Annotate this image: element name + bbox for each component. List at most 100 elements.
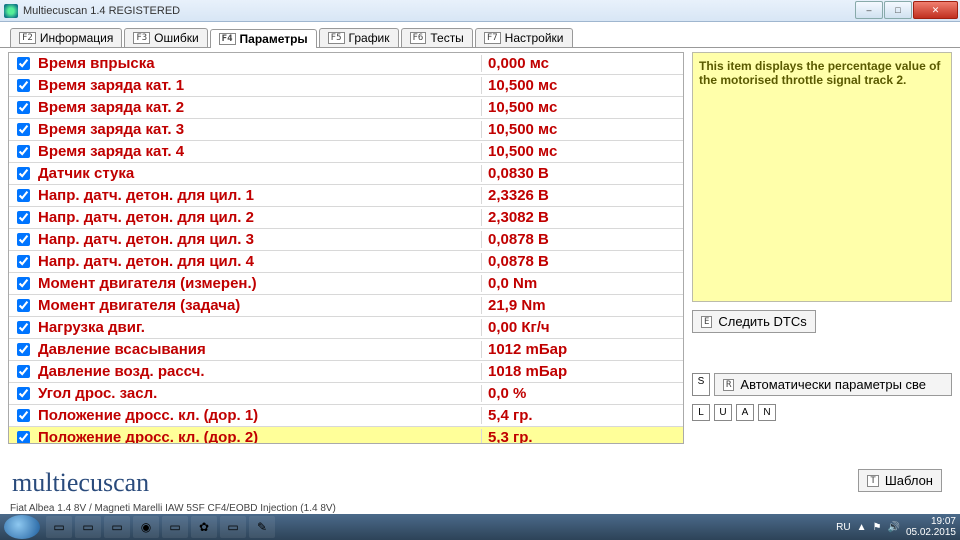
param-checkbox[interactable] <box>17 189 30 202</box>
param-value: 0,0878 В <box>481 253 681 270</box>
follow-dtc-button[interactable]: E Следить DTCs <box>692 310 816 333</box>
tab-f4[interactable]: F4Параметры <box>210 29 317 48</box>
param-row[interactable]: Угол дрос. засл.0,0 % <box>9 383 683 405</box>
taskbar-icon[interactable]: ▭ <box>104 516 130 538</box>
key-n[interactable]: N <box>758 404 776 421</box>
titlebar: Multiecuscan 1.4 REGISTERED – □ ✕ <box>0 0 960 22</box>
param-row[interactable]: Нагрузка двиг.0,00 Кг/ч <box>9 317 683 339</box>
key-s[interactable]: S <box>692 373 710 396</box>
minimize-button[interactable]: – <box>855 1 883 19</box>
key-l[interactable]: L <box>692 404 710 421</box>
logo: multiecuscan <box>12 468 149 498</box>
key-u[interactable]: U <box>714 404 732 421</box>
param-name: Время заряда кат. 3 <box>36 121 481 138</box>
param-checkbox[interactable] <box>17 299 30 312</box>
param-row[interactable]: Время заряда кат. 210,500 мс <box>9 97 683 119</box>
key-a[interactable]: A <box>736 404 754 421</box>
param-checkbox[interactable] <box>17 255 30 268</box>
taskbar-icon[interactable]: ▭ <box>46 516 72 538</box>
param-checkbox[interactable] <box>17 123 30 136</box>
tab-label: График <box>349 31 390 45</box>
param-name: Время заряда кат. 4 <box>36 143 481 160</box>
param-name: Нагрузка двиг. <box>36 319 481 336</box>
param-row[interactable]: Положение дросс. кл. (дор. 1)5,4 гр. <box>9 405 683 427</box>
param-row[interactable]: Давление всасывания1012 mБар <box>9 339 683 361</box>
param-row[interactable]: Напр. датч. детон. для цил. 30,0878 В <box>9 229 683 251</box>
param-checkbox[interactable] <box>17 343 30 356</box>
param-checkbox[interactable] <box>17 321 30 334</box>
tab-f6[interactable]: F6Тесты <box>401 28 473 47</box>
param-name: Датчик стука <box>36 165 481 182</box>
param-checkbox[interactable] <box>17 387 30 400</box>
param-name: Время заряда кат. 2 <box>36 99 481 116</box>
param-checkbox[interactable] <box>17 409 30 422</box>
taskbar: ▭ ▭ ▭ ◉ ▭ ✿ ▭ ✎ RU ▲ ⚑ 🔊 19:07 05.02.201… <box>0 514 960 540</box>
param-value: 10,500 мс <box>481 143 681 160</box>
param-checkbox[interactable] <box>17 57 30 70</box>
taskbar-icon[interactable]: ▭ <box>75 516 101 538</box>
taskbar-icon[interactable]: ▭ <box>220 516 246 538</box>
tab-f3[interactable]: F3Ошибки <box>124 28 207 47</box>
param-checkbox[interactable] <box>17 233 30 246</box>
param-checkbox[interactable] <box>17 277 30 290</box>
param-row[interactable]: Напр. датч. детон. для цил. 40,0878 В <box>9 251 683 273</box>
param-row[interactable]: Давление возд. рассч.1018 mБар <box>9 361 683 383</box>
window-title: Multiecuscan 1.4 REGISTERED <box>23 5 180 17</box>
param-name: Момент двигателя (измерен.) <box>36 275 481 292</box>
param-checkbox[interactable] <box>17 431 30 444</box>
start-button[interactable] <box>4 515 40 539</box>
maximize-button[interactable]: □ <box>884 1 912 19</box>
param-row[interactable]: Напр. датч. детон. для цил. 22,3082 В <box>9 207 683 229</box>
tray-time: 19:07 <box>906 516 956 527</box>
param-name: Время заряда кат. 1 <box>36 77 481 94</box>
taskbar-icon[interactable]: ◉ <box>133 516 159 538</box>
tab-f5[interactable]: F5 График <box>319 28 399 47</box>
param-row[interactable]: Датчик стука0,0830 В <box>9 163 683 185</box>
button-label: Следить DTCs <box>718 314 806 329</box>
param-value: 0,0 Nm <box>481 275 681 292</box>
param-row[interactable]: Положение дросс. кл. (дор. 2)5,3 гр. <box>9 427 683 444</box>
param-checkbox[interactable] <box>17 101 30 114</box>
info-box: This item displays the percentage value … <box>692 52 952 302</box>
content: Время впрыска0,000 мсВремя заряда кат. 1… <box>0 48 960 448</box>
key-hint: E <box>701 316 712 328</box>
param-value: 10,500 мс <box>481 99 681 116</box>
close-button[interactable]: ✕ <box>913 1 958 19</box>
tab-f7[interactable]: F7Настройки <box>475 28 573 47</box>
tray-icon: ▲ <box>857 522 867 533</box>
param-row[interactable]: Момент двигателя (задача)21,9 Nm <box>9 295 683 317</box>
param-name: Положение дросс. кл. (дор. 2) <box>36 429 481 444</box>
param-value: 2,3326 В <box>481 187 681 204</box>
system-tray[interactable]: RU ▲ ⚑ 🔊 19:07 05.02.2015 <box>836 516 956 538</box>
param-checkbox[interactable] <box>17 79 30 92</box>
tab-label: Информация <box>40 31 113 45</box>
taskbar-icon[interactable]: ✎ <box>249 516 275 538</box>
key-hint: F6 <box>410 32 427 44</box>
param-row[interactable]: Время заряда кат. 310,500 мс <box>9 119 683 141</box>
param-row[interactable]: Время заряда кат. 410,500 мс <box>9 141 683 163</box>
param-checkbox[interactable] <box>17 145 30 158</box>
key-hint: F2 <box>19 32 36 44</box>
param-name: Напр. датч. детон. для цил. 2 <box>36 209 481 226</box>
param-name: Время впрыска <box>36 55 481 72</box>
auto-params-button[interactable]: R Автоматически параметры све <box>714 373 952 396</box>
param-row[interactable]: Напр. датч. детон. для цил. 12,3326 В <box>9 185 683 207</box>
template-button[interactable]: T Шаблон <box>858 469 942 492</box>
taskbar-icon[interactable]: ▭ <box>162 516 188 538</box>
param-name: Напр. датч. детон. для цил. 4 <box>36 253 481 270</box>
param-value: 0,0 % <box>481 385 681 402</box>
param-checkbox[interactable] <box>17 167 30 180</box>
param-row[interactable]: Время заряда кат. 110,500 мс <box>9 75 683 97</box>
tab-f2[interactable]: F2 Информация <box>10 28 122 47</box>
param-row[interactable]: Время впрыска0,000 мс <box>9 53 683 75</box>
button-label: Шаблон <box>885 473 933 488</box>
param-checkbox[interactable] <box>17 211 30 224</box>
taskbar-icon[interactable]: ✿ <box>191 516 217 538</box>
param-table[interactable]: Время впрыска0,000 мсВремя заряда кат. 1… <box>8 52 684 444</box>
param-row[interactable]: Момент двигателя (измерен.)0,0 Nm <box>9 273 683 295</box>
param-name: Напр. датч. детон. для цил. 3 <box>36 231 481 248</box>
param-checkbox[interactable] <box>17 365 30 378</box>
param-name: Давление возд. рассч. <box>36 363 481 380</box>
key-hint: F5 <box>328 32 345 44</box>
right-panel: This item displays the percentage value … <box>692 52 952 444</box>
